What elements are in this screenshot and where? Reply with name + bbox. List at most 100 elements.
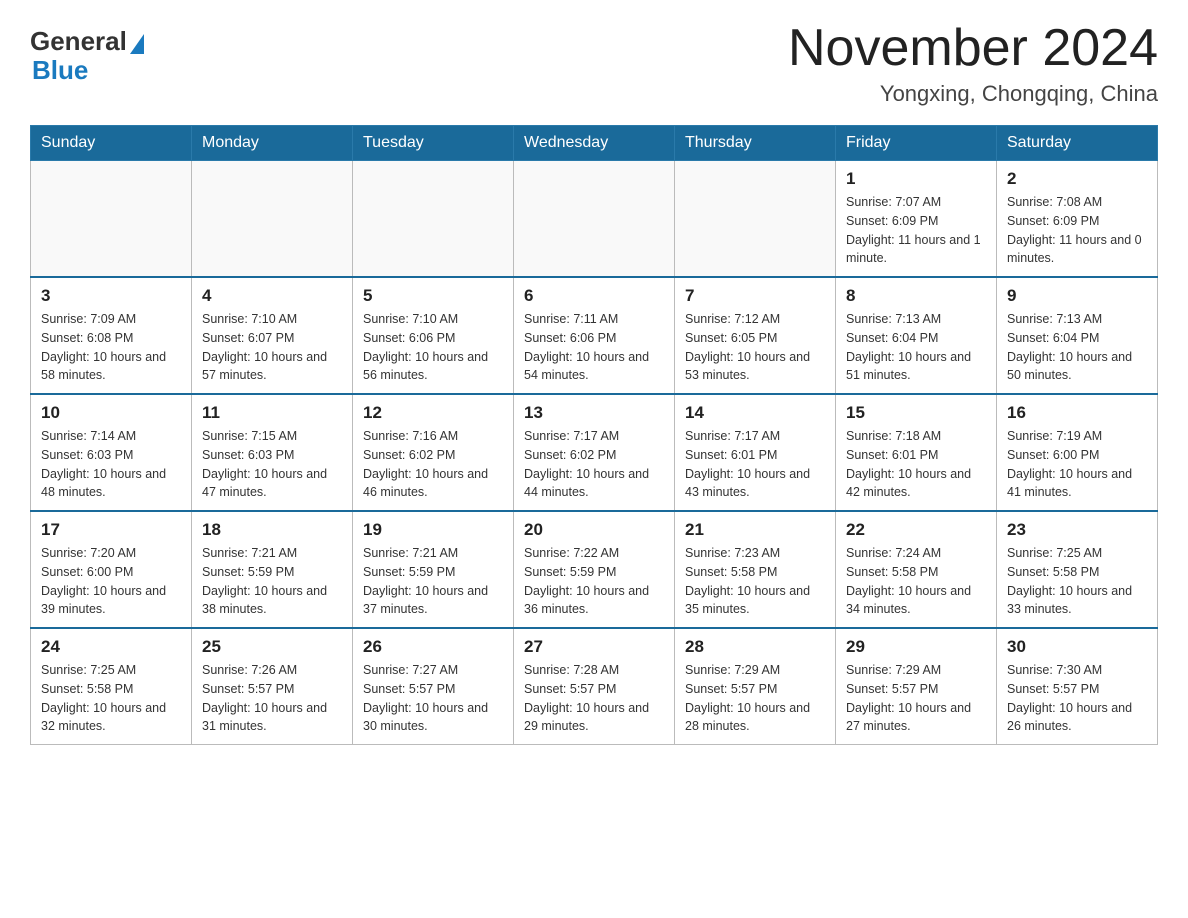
day-info: Sunrise: 7:27 AMSunset: 5:57 PMDaylight:… xyxy=(363,661,503,736)
calendar-day-cell: 25 Sunrise: 7:26 AMSunset: 5:57 PMDayligh… xyxy=(192,628,353,745)
day-info: Sunrise: 7:24 AMSunset: 5:58 PMDaylight:… xyxy=(846,544,986,619)
calendar-week-row: 1 Sunrise: 7:07 AMSunset: 6:09 PMDaylight… xyxy=(31,161,1158,278)
day-info: Sunrise: 7:09 AMSunset: 6:08 PMDaylight:… xyxy=(41,310,181,385)
day-info: Sunrise: 7:15 AMSunset: 6:03 PMDaylight:… xyxy=(202,427,342,502)
weekday-header-wednesday: Wednesday xyxy=(514,126,675,161)
calendar-day-cell: 18 Sunrise: 7:21 AMSunset: 5:59 PMDayligh… xyxy=(192,511,353,628)
calendar-title: November 2024 xyxy=(788,20,1158,77)
calendar-day-cell: 6 Sunrise: 7:11 AMSunset: 6:06 PMDaylight… xyxy=(514,277,675,394)
calendar-day-cell xyxy=(192,161,353,278)
calendar-day-cell: 26Sunrise: 7:27 AMSunset: 5:57 PMDayligh… xyxy=(353,628,514,745)
day-number: 1 xyxy=(846,169,986,189)
day-info: Sunrise: 7:21 AMSunset: 5:59 PMDaylight:… xyxy=(363,544,503,619)
day-number: 21 xyxy=(685,520,825,540)
day-number: 6 xyxy=(524,286,664,306)
calendar-day-cell: 8 Sunrise: 7:13 AMSunset: 6:04 PMDaylight… xyxy=(836,277,997,394)
calendar-day-cell: 24 Sunrise: 7:25 AMSunset: 5:58 PMDayligh… xyxy=(31,628,192,745)
calendar-day-cell: 5 Sunrise: 7:10 AMSunset: 6:06 PMDaylight… xyxy=(353,277,514,394)
calendar-day-cell: 2 Sunrise: 7:08 AMSunset: 6:09 PMDaylight… xyxy=(997,161,1158,278)
day-info: Sunrise: 7:10 AMSunset: 6:06 PMDaylight:… xyxy=(363,310,503,385)
calendar-day-cell: 29Sunrise: 7:29 AMSunset: 5:57 PMDayligh… xyxy=(836,628,997,745)
calendar-day-cell: 21 Sunrise: 7:23 AMSunset: 5:58 PMDayligh… xyxy=(675,511,836,628)
day-info: Sunrise: 7:10 AMSunset: 6:07 PMDaylight:… xyxy=(202,310,342,385)
day-number: 8 xyxy=(846,286,986,306)
day-number: 17 xyxy=(41,520,181,540)
weekday-header-monday: Monday xyxy=(192,126,353,161)
day-info: Sunrise: 7:12 AMSunset: 6:05 PMDaylight:… xyxy=(685,310,825,385)
calendar-header-row: SundayMondayTuesdayWednesdayThursdayFrid… xyxy=(31,126,1158,161)
day-info: Sunrise: 7:08 AMSunset: 6:09 PMDaylight:… xyxy=(1007,193,1147,268)
day-number: 19 xyxy=(363,520,503,540)
calendar-day-cell: 27 Sunrise: 7:28 AMSunset: 5:57 PMDayligh… xyxy=(514,628,675,745)
logo: General Blue xyxy=(30,20,144,86)
calendar-day-cell: 19 Sunrise: 7:21 AMSunset: 5:59 PMDayligh… xyxy=(353,511,514,628)
day-info: Sunrise: 7:11 AMSunset: 6:06 PMDaylight:… xyxy=(524,310,664,385)
calendar-day-cell: 20 Sunrise: 7:22 AMSunset: 5:59 PMDayligh… xyxy=(514,511,675,628)
weekday-header-thursday: Thursday xyxy=(675,126,836,161)
calendar-week-row: 17 Sunrise: 7:20 AMSunset: 6:00 PMDayligh… xyxy=(31,511,1158,628)
calendar-day-cell: 30Sunrise: 7:30 AMSunset: 5:57 PMDayligh… xyxy=(997,628,1158,745)
calendar-day-cell: 23 Sunrise: 7:25 AMSunset: 5:58 PMDayligh… xyxy=(997,511,1158,628)
calendar-day-cell: 28Sunrise: 7:29 AMSunset: 5:57 PMDayligh… xyxy=(675,628,836,745)
calendar-day-cell: 4 Sunrise: 7:10 AMSunset: 6:07 PMDaylight… xyxy=(192,277,353,394)
day-number: 28 xyxy=(685,637,825,657)
day-number: 12 xyxy=(363,403,503,423)
day-number: 4 xyxy=(202,286,342,306)
calendar-day-cell: 12 Sunrise: 7:16 AMSunset: 6:02 PMDayligh… xyxy=(353,394,514,511)
day-info: Sunrise: 7:20 AMSunset: 6:00 PMDaylight:… xyxy=(41,544,181,619)
day-number: 23 xyxy=(1007,520,1147,540)
day-number: 25 xyxy=(202,637,342,657)
day-info: Sunrise: 7:16 AMSunset: 6:02 PMDaylight:… xyxy=(363,427,503,502)
day-info: Sunrise: 7:13 AMSunset: 6:04 PMDaylight:… xyxy=(846,310,986,385)
day-number: 20 xyxy=(524,520,664,540)
day-info: Sunrise: 7:23 AMSunset: 5:58 PMDaylight:… xyxy=(685,544,825,619)
day-number: 11 xyxy=(202,403,342,423)
day-number: 5 xyxy=(363,286,503,306)
day-number: 24 xyxy=(41,637,181,657)
day-number: 18 xyxy=(202,520,342,540)
weekday-header-tuesday: Tuesday xyxy=(353,126,514,161)
calendar-day-cell xyxy=(514,161,675,278)
day-number: 3 xyxy=(41,286,181,306)
logo-general-text: General xyxy=(30,26,127,57)
calendar-day-cell xyxy=(675,161,836,278)
calendar-day-cell xyxy=(353,161,514,278)
day-info: Sunrise: 7:26 AMSunset: 5:57 PMDaylight:… xyxy=(202,661,342,736)
day-number: 14 xyxy=(685,403,825,423)
day-info: Sunrise: 7:25 AMSunset: 5:58 PMDaylight:… xyxy=(41,661,181,736)
weekday-header-sunday: Sunday xyxy=(31,126,192,161)
day-info: Sunrise: 7:13 AMSunset: 6:04 PMDaylight:… xyxy=(1007,310,1147,385)
day-info: Sunrise: 7:17 AMSunset: 6:01 PMDaylight:… xyxy=(685,427,825,502)
day-number: 15 xyxy=(846,403,986,423)
calendar-day-cell: 11 Sunrise: 7:15 AMSunset: 6:03 PMDayligh… xyxy=(192,394,353,511)
day-number: 13 xyxy=(524,403,664,423)
calendar-day-cell: 15 Sunrise: 7:18 AMSunset: 6:01 PMDayligh… xyxy=(836,394,997,511)
day-info: Sunrise: 7:25 AMSunset: 5:58 PMDaylight:… xyxy=(1007,544,1147,619)
day-number: 2 xyxy=(1007,169,1147,189)
calendar-week-row: 24 Sunrise: 7:25 AMSunset: 5:58 PMDayligh… xyxy=(31,628,1158,745)
calendar-day-cell: 14 Sunrise: 7:17 AMSunset: 6:01 PMDayligh… xyxy=(675,394,836,511)
day-info: Sunrise: 7:22 AMSunset: 5:59 PMDaylight:… xyxy=(524,544,664,619)
calendar-day-cell: 10Sunrise: 7:14 AMSunset: 6:03 PMDayligh… xyxy=(31,394,192,511)
title-block: November 2024 Yongxing, Chongqing, China xyxy=(788,20,1158,107)
day-number: 10 xyxy=(41,403,181,423)
calendar-day-cell: 3 Sunrise: 7:09 AMSunset: 6:08 PMDaylight… xyxy=(31,277,192,394)
day-number: 27 xyxy=(524,637,664,657)
calendar-week-row: 3 Sunrise: 7:09 AMSunset: 6:08 PMDaylight… xyxy=(31,277,1158,394)
day-info: Sunrise: 7:17 AMSunset: 6:02 PMDaylight:… xyxy=(524,427,664,502)
day-info: Sunrise: 7:21 AMSunset: 5:59 PMDaylight:… xyxy=(202,544,342,619)
calendar-day-cell xyxy=(31,161,192,278)
day-number: 9 xyxy=(1007,286,1147,306)
day-info: Sunrise: 7:28 AMSunset: 5:57 PMDaylight:… xyxy=(524,661,664,736)
logo-blue-text: Blue xyxy=(30,55,88,86)
calendar-day-cell: 22Sunrise: 7:24 AMSunset: 5:58 PMDayligh… xyxy=(836,511,997,628)
calendar-day-cell: 1 Sunrise: 7:07 AMSunset: 6:09 PMDaylight… xyxy=(836,161,997,278)
logo-triangle-icon xyxy=(130,34,144,54)
day-info: Sunrise: 7:30 AMSunset: 5:57 PMDaylight:… xyxy=(1007,661,1147,736)
day-info: Sunrise: 7:18 AMSunset: 6:01 PMDaylight:… xyxy=(846,427,986,502)
day-info: Sunrise: 7:07 AMSunset: 6:09 PMDaylight:… xyxy=(846,193,986,268)
day-info: Sunrise: 7:29 AMSunset: 5:57 PMDaylight:… xyxy=(846,661,986,736)
page-header: General Blue November 2024 Yongxing, Cho… xyxy=(30,20,1158,107)
calendar-day-cell: 17 Sunrise: 7:20 AMSunset: 6:00 PMDayligh… xyxy=(31,511,192,628)
weekday-header-friday: Friday xyxy=(836,126,997,161)
